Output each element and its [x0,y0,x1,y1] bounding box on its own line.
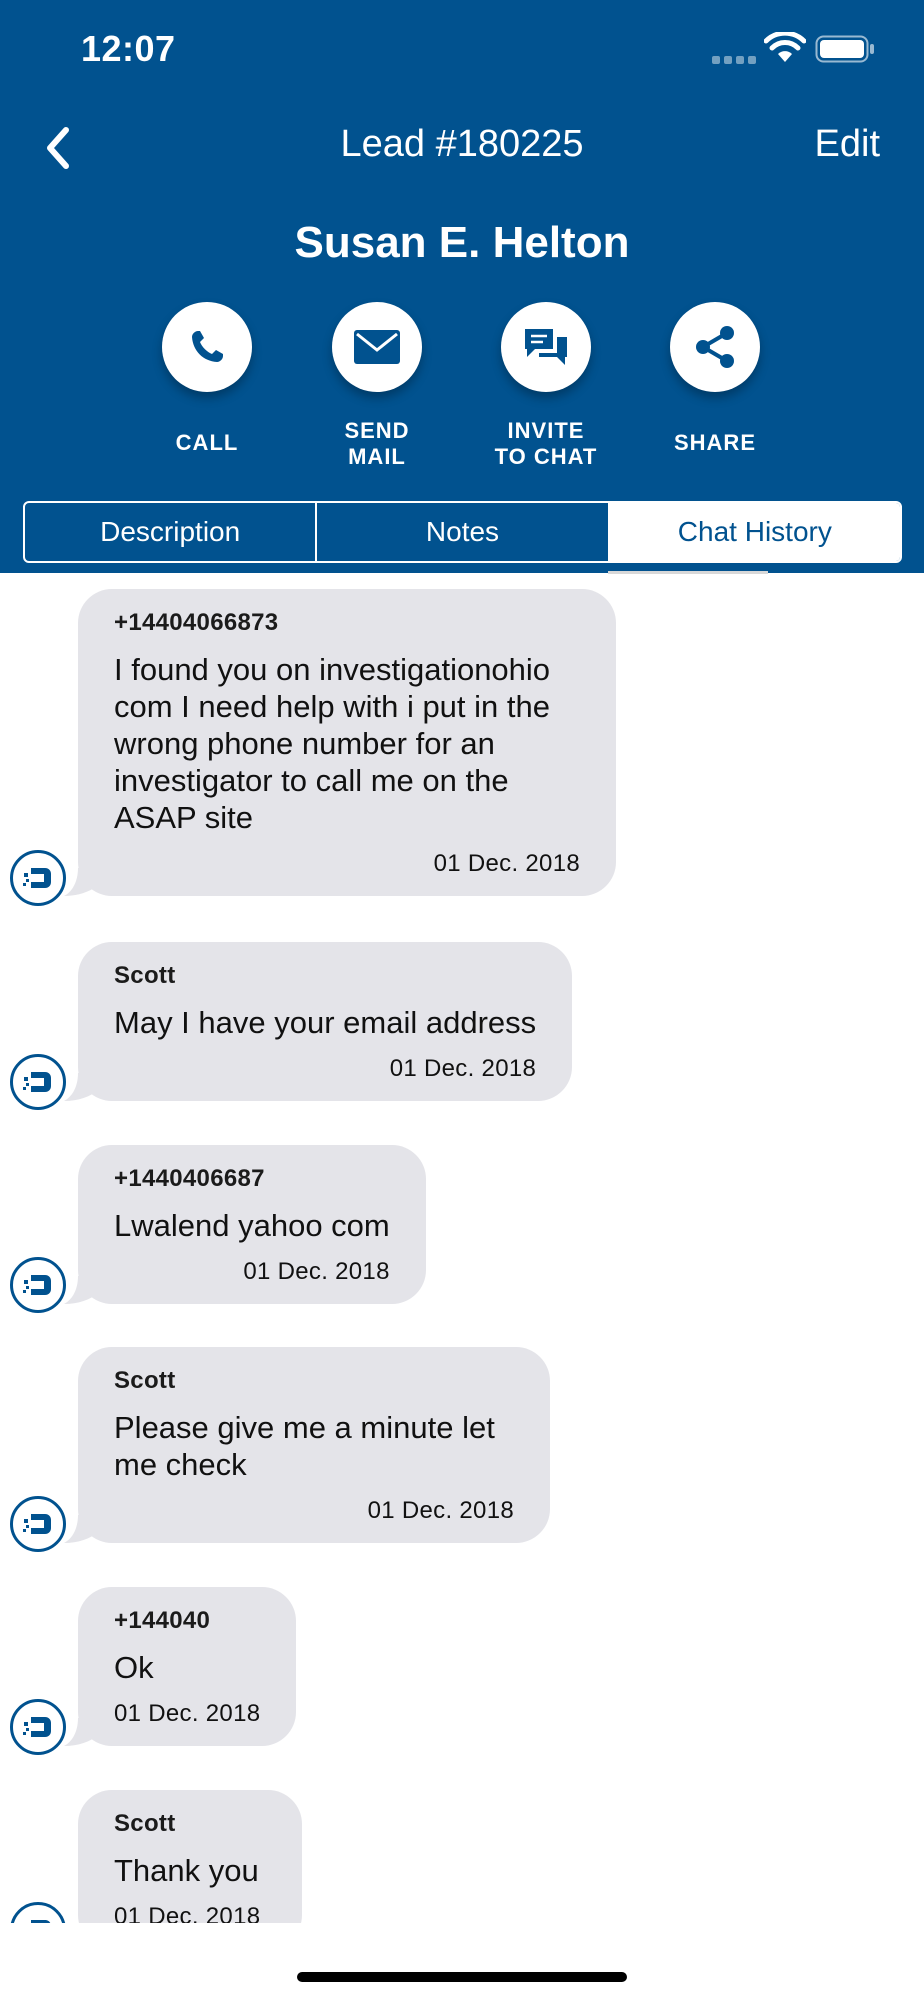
message-bubble: Scott Please give me a minute let me che… [64,1347,550,1543]
message-sender: Scott [114,1810,176,1837]
edit-button[interactable]: Edit [815,123,880,166]
bubble-tail [64,1515,100,1543]
chat-message: +14404066873 I found you on investigatio… [64,589,616,896]
bubble-tail [64,1718,100,1746]
message-date: 01 Dec. 2018 [433,850,580,877]
tab-chat-history[interactable]: Chat History [607,503,900,561]
message-sender: +1440406687 [114,1165,265,1192]
message-date: 01 Dec. 2018 [114,1700,261,1727]
invite-to-chat-label: INVITE TO CHAT [494,418,598,469]
chat-bot-avatar-icon [10,1054,66,1110]
lead-header: 12:07 Lead #180225 Edit Susan E. Helton … [0,0,924,574]
bubble-tail [64,1276,100,1304]
message-date: 01 Dec. 2018 [114,1903,261,1923]
message-text: Please give me a minute let me check [114,1410,495,1482]
chat-message: Scott May I have your email address 01 D… [64,942,573,1101]
battery-icon [815,35,874,63]
lead-name: Susan E. Helton [294,218,630,267]
share-button[interactable]: SHARE [640,302,790,456]
invite-to-chat-button[interactable]: INVITE TO CHAT [471,302,621,470]
chat-message: Scott Please give me a minute let me che… [64,1347,550,1543]
message-bubble: +14404066873 I found you on investigatio… [64,589,616,896]
mail-icon [332,302,422,392]
chat-message: +1440406687 Lwalend yahoo com 01 Dec. 20… [64,1145,426,1304]
chat-history-list[interactable]: +14404066873 I found you on investigatio… [0,573,924,1923]
message-sender: Scott [114,962,176,989]
send-mail-button[interactable]: SEND MAIL [302,302,452,470]
message-date: 01 Dec. 2018 [389,1055,537,1082]
wifi-icon [764,32,806,62]
message-bubble: Scott Thank you 01 Dec. 2018 [78,1790,302,1923]
chat-message: Scott Thank you 01 Dec. 2018 [78,1790,302,1923]
share-label: SHARE [673,430,756,455]
page-title: Lead #180225 [340,123,584,165]
message-text: May I have your email address [114,1005,537,1040]
home-indicator[interactable] [297,1972,627,1982]
message-text: I found you on investigationohio com I n… [114,652,551,835]
message-date: 01 Dec. 2018 [367,1497,514,1524]
chat-message: +144040 Ok 01 Dec. 2018 [64,1587,297,1746]
chat-bot-avatar-icon [10,1496,66,1552]
message-sender: Scott [114,1367,176,1394]
share-icon [670,302,760,392]
tab-notes[interactable]: Notes [315,503,607,561]
tab-description[interactable]: Description [25,503,315,561]
chat-bot-avatar-icon [10,1699,66,1755]
bubble-tail [64,868,100,896]
call-label: CALL [175,430,239,455]
call-button[interactable]: CALL [132,302,282,456]
message-bubble: +144040 Ok 01 Dec. 2018 [64,1587,297,1746]
phone-icon [162,302,252,392]
chat-bot-avatar-icon [10,850,66,906]
chat-bot-avatar-icon [10,1257,66,1313]
message-date: 01 Dec. 2018 [243,1258,390,1285]
cellular-signal-icon [712,56,756,64]
message-bubble: +1440406687 Lwalend yahoo com 01 Dec. 20… [64,1145,426,1304]
message-text: Thank you [114,1853,259,1888]
status-time: 12:07 [81,28,176,69]
chat-bot-avatar-icon [10,1902,66,1923]
segmented-tabs: Description Notes Chat History [23,501,902,563]
bubble-tail [64,1073,100,1101]
chat-icon [501,302,591,392]
message-text: Lwalend yahoo com [114,1208,390,1243]
message-sender: +14404066873 [114,609,279,636]
message-bubble: Scott May I have your email address 01 D… [64,942,573,1101]
send-mail-label: SEND MAIL [344,418,410,469]
message-text: Ok [114,1650,154,1685]
message-sender: +144040 [114,1607,211,1634]
